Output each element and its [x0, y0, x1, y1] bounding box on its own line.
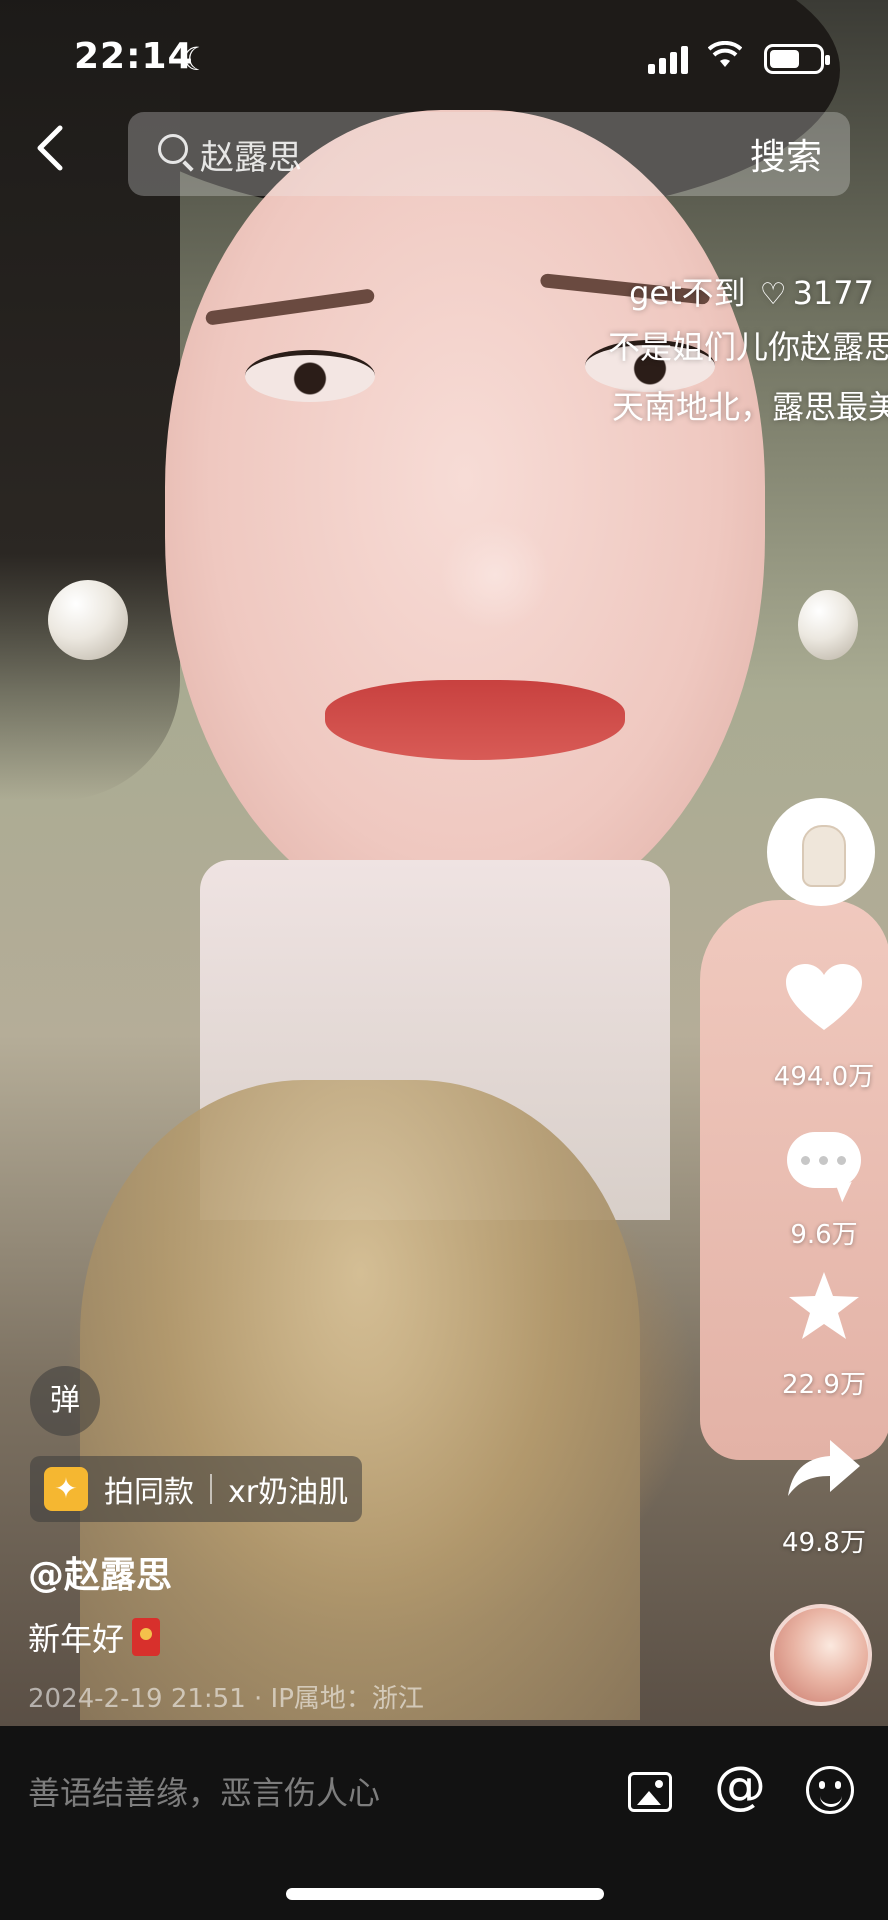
comment-button[interactable]: 9.6万: [764, 1118, 884, 1251]
avatar-image: [802, 825, 846, 887]
share-button[interactable]: 49.8万: [764, 1430, 884, 1559]
at-icon[interactable]: @: [714, 1756, 766, 1816]
effect-tag[interactable]: ✦ 拍同款 xr奶油肌: [30, 1456, 363, 1522]
favorite-button[interactable]: 22.9万: [764, 1270, 884, 1401]
status-bar: 22:14 ☾: [0, 0, 888, 110]
video-frame-earring-left: [48, 580, 128, 660]
back-button[interactable]: [30, 122, 80, 188]
effect-tag-name: xr奶油肌: [228, 1475, 349, 1510]
emoji-icon[interactable]: [806, 1766, 854, 1814]
wifi-icon: [707, 38, 743, 78]
video-frame-face: [165, 110, 765, 930]
effect-tag-label: 拍同款: [104, 1475, 194, 1510]
danmaku-likes: 3177: [792, 274, 874, 312]
status-time: 22:14: [74, 36, 194, 77]
danmaku-text: get不到: [629, 274, 746, 312]
comment-icon: [787, 1132, 861, 1188]
search-bar[interactable]: 赵露思 搜索: [128, 112, 850, 196]
share-count: 49.8万: [782, 1528, 866, 1558]
heart-icon: [764, 962, 884, 1050]
divider: [210, 1474, 212, 1504]
danmaku-item: get不到 ♡ 3177: [629, 268, 874, 314]
danmaku-item: 不是姐们儿你赵露思: [607, 328, 888, 366]
chevron-left-icon: [37, 125, 63, 171]
heart-icon: ♡: [759, 277, 787, 312]
like-button[interactable]: 494.0万: [764, 962, 884, 1093]
danmaku-item: 天南地北，露思最美: [611, 388, 888, 426]
video-frame-eye-left: [245, 350, 375, 402]
comment-count: 9.6万: [790, 1220, 858, 1250]
comment-input[interactable]: 善语结善缘，恶言伤人心: [28, 1768, 380, 1814]
moon-icon: ☾: [182, 40, 211, 78]
music-disc[interactable]: [770, 1604, 872, 1706]
video-frame-earring-right: [798, 590, 858, 660]
danmaku-toggle-button[interactable]: 弹: [30, 1366, 100, 1436]
video-frame-embroidery: [80, 1080, 640, 1720]
battery-icon: [764, 44, 830, 74]
video-frame-lips: [325, 680, 625, 760]
caption-text: 新年好: [28, 1620, 125, 1658]
comment-bar: 善语结善缘，恶言伤人心 @: [0, 1726, 888, 1920]
video-frame-nose: [440, 520, 550, 630]
video-caption: 新年好: [28, 1614, 161, 1660]
favorite-count: 22.9万: [782, 1370, 866, 1400]
search-button[interactable]: 搜索: [750, 128, 822, 180]
home-indicator[interactable]: [286, 1888, 604, 1900]
search-input[interactable]: 赵露思: [200, 130, 302, 179]
author-name[interactable]: @赵露思: [28, 1546, 172, 1598]
author-avatar[interactable]: [767, 798, 875, 906]
battery-level: [770, 50, 799, 68]
post-meta: 2024-2-19 21:51 · IP属地：浙江: [28, 1684, 424, 1714]
search-icon: [158, 134, 188, 164]
signal-icon: [648, 46, 688, 74]
star-icon: [764, 1270, 884, 1358]
share-icon: [764, 1430, 884, 1516]
image-icon[interactable]: [628, 1772, 672, 1812]
red-envelope-icon: [132, 1618, 161, 1656]
like-count: 494.0万: [773, 1062, 875, 1092]
sparkle-icon: ✦: [44, 1467, 88, 1511]
